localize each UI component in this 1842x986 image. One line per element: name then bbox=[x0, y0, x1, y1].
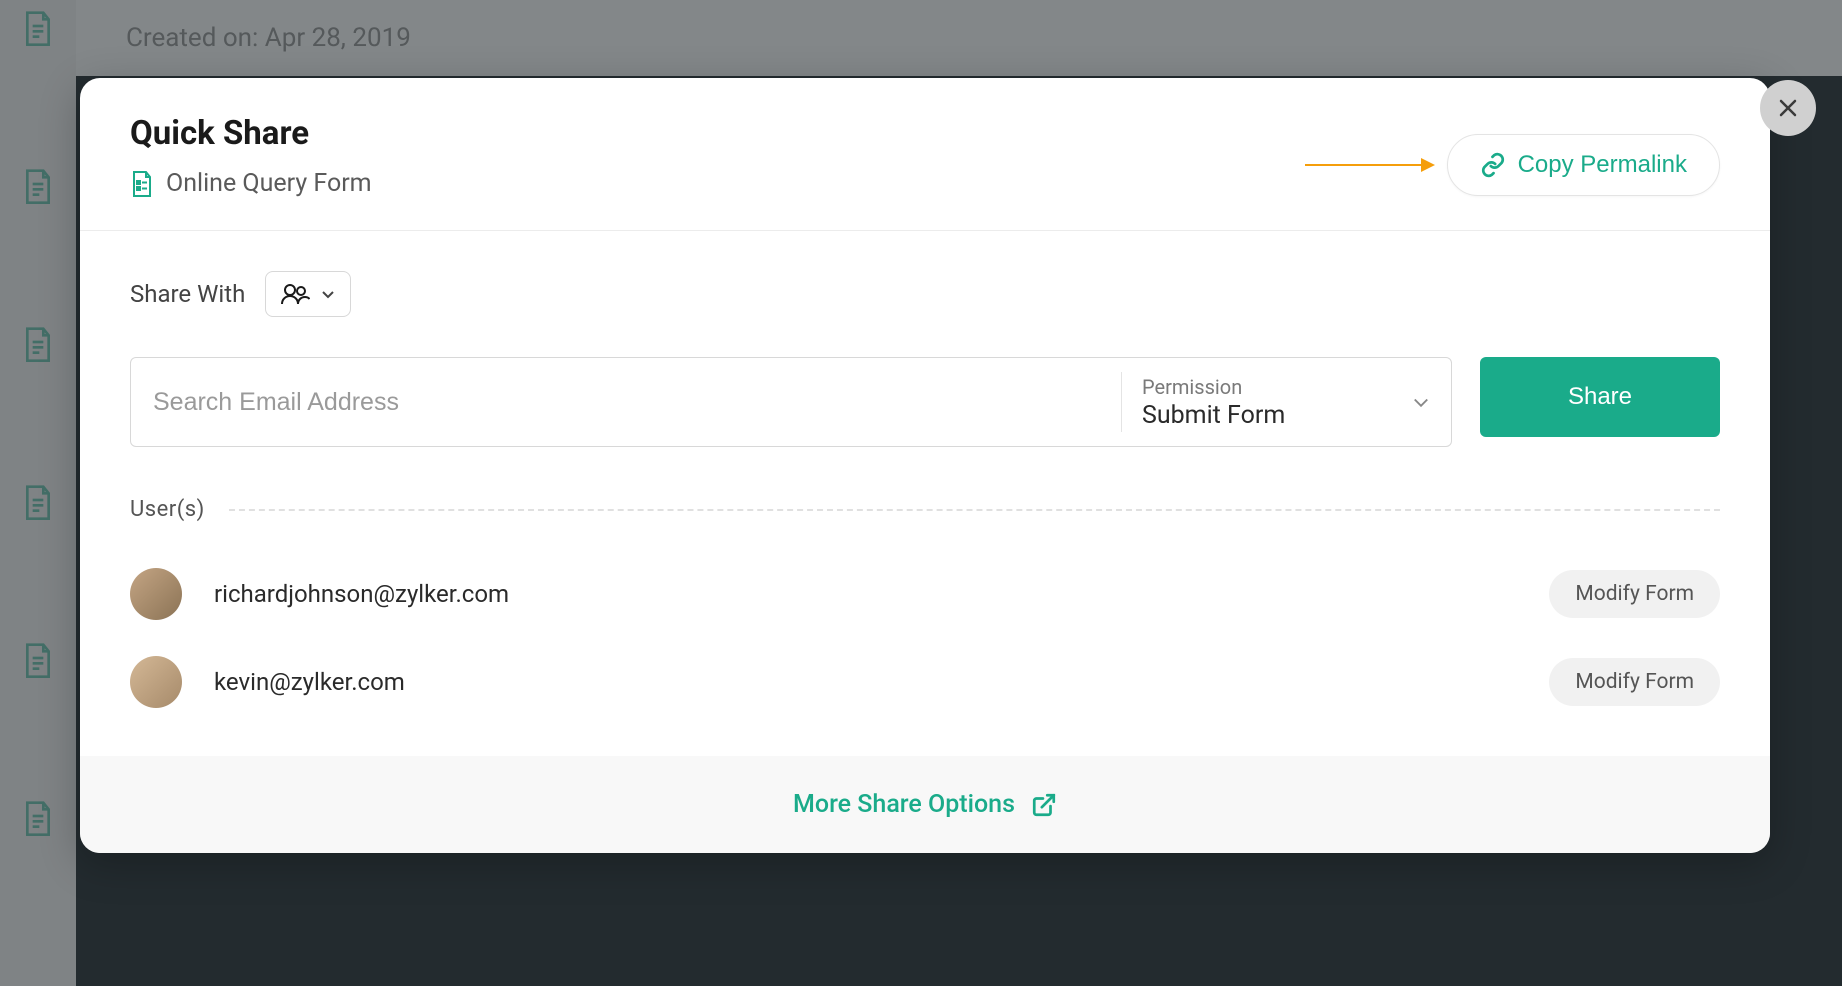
email-search-input[interactable] bbox=[131, 358, 1121, 446]
permission-dropdown[interactable]: Permission Submit Form bbox=[1121, 372, 1451, 432]
search-and-permission-container: Permission Submit Form bbox=[130, 357, 1452, 447]
user-email: kevin@zylker.com bbox=[214, 668, 1549, 696]
close-button[interactable] bbox=[1760, 80, 1816, 136]
users-section-header: User(s) bbox=[130, 497, 1720, 522]
copy-permalink-button[interactable]: Copy Permalink bbox=[1447, 134, 1720, 196]
chevron-down-icon bbox=[1411, 392, 1431, 412]
link-icon bbox=[1480, 152, 1506, 178]
more-share-options-link[interactable]: More Share Options bbox=[793, 790, 1057, 819]
user-permission-badge[interactable]: Modify Form bbox=[1549, 658, 1720, 706]
share-with-label: Share With bbox=[130, 280, 245, 308]
form-name-row: Online Query Form bbox=[130, 169, 372, 198]
user-email: richardjohnson@zylker.com bbox=[214, 580, 1549, 608]
permission-label: Permission bbox=[1142, 375, 1401, 399]
annotation-arrow bbox=[1305, 155, 1435, 175]
user-row: kevin@zylker.com Modify Form bbox=[130, 638, 1720, 726]
copy-permalink-label: Copy Permalink bbox=[1518, 151, 1687, 179]
share-button[interactable]: Share bbox=[1480, 357, 1720, 437]
more-options-label: More Share Options bbox=[793, 790, 1015, 819]
divider bbox=[229, 509, 1720, 511]
avatar bbox=[130, 656, 182, 708]
permission-value: Submit Form bbox=[1142, 401, 1401, 430]
form-icon bbox=[130, 170, 154, 198]
users-icon bbox=[280, 282, 310, 306]
share-with-row: Share With bbox=[130, 271, 1720, 317]
modal-body: Share With Permission Submit Form bbox=[80, 231, 1770, 756]
chevron-down-icon bbox=[320, 286, 336, 302]
user-permission-badge[interactable]: Modify Form bbox=[1549, 570, 1720, 618]
modal-header: Quick Share Online Query Form Copy Perma… bbox=[80, 78, 1770, 231]
modal-title: Quick Share bbox=[130, 114, 372, 153]
share-type-dropdown[interactable] bbox=[265, 271, 351, 317]
user-row: richardjohnson@zylker.com Modify Form bbox=[130, 550, 1720, 638]
users-heading: User(s) bbox=[130, 497, 205, 522]
quick-share-modal: Quick Share Online Query Form Copy Perma… bbox=[80, 78, 1770, 853]
modal-footer: More Share Options bbox=[80, 756, 1770, 853]
avatar bbox=[130, 568, 182, 620]
external-link-icon bbox=[1031, 792, 1057, 818]
form-name: Online Query Form bbox=[166, 169, 372, 198]
share-input-row: Permission Submit Form Share bbox=[130, 357, 1720, 447]
